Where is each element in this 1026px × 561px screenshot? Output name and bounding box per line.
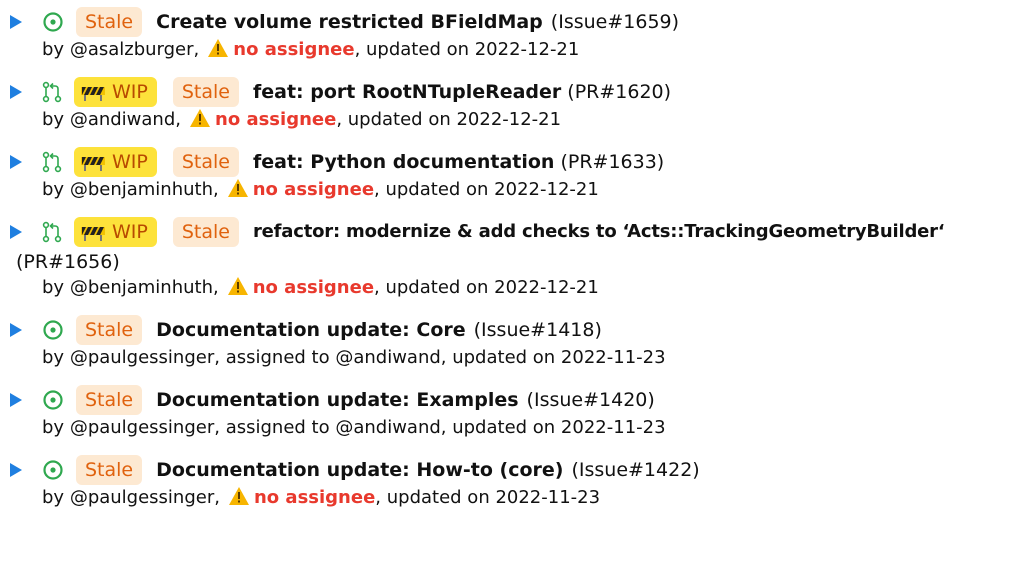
warning-icon	[228, 487, 249, 505]
item-meta: by @benjaminhuth, no assignee, updated on…	[42, 179, 599, 200]
author[interactable]: @benjaminhuth	[70, 179, 213, 200]
pull-request-icon	[42, 151, 62, 173]
item-title[interactable]: feat: port RootNTupleReader	[253, 76, 561, 108]
item-ref[interactable]: (Issue#1418)	[474, 314, 602, 346]
stale-badge: Stale	[172, 147, 239, 177]
construction-icon	[81, 87, 105, 101]
stale-badge: Stale	[76, 455, 143, 485]
stale-badge: Stale	[76, 315, 143, 345]
item-ref[interactable]: (PR#1656)	[16, 248, 1026, 276]
no-assignee-label: no assignee	[253, 487, 376, 508]
by-prefix: by	[42, 179, 70, 200]
warning-icon	[227, 277, 248, 295]
assigned-text: , assigned to @andiwand	[214, 347, 441, 368]
stale-badge: Stale	[172, 77, 239, 107]
author[interactable]: @andiwand	[70, 109, 175, 130]
expand-triangle-icon[interactable]	[10, 225, 22, 239]
item-meta: by @paulgessinger, assigned to @andiwand…	[42, 346, 1026, 370]
updated-date: , updated on 2022-12-21	[336, 109, 562, 130]
updated-date: , updated on 2022-11-23	[375, 487, 601, 508]
warning-icon	[227, 179, 248, 197]
author[interactable]: @paulgessinger	[70, 487, 214, 508]
author[interactable]: @asalzburger	[70, 39, 194, 60]
author[interactable]: @paulgessinger	[70, 347, 214, 368]
wip-label: WIP	[112, 151, 148, 173]
by-prefix: by	[42, 347, 70, 368]
list-item[interactable]: Stale Documentation update: How-to (core…	[8, 454, 1026, 510]
no-assignee-label: no assignee	[252, 277, 375, 298]
stale-badge: Stale	[76, 7, 143, 37]
by-prefix: by	[42, 487, 70, 508]
item-ref[interactable]: (PR#1633)	[560, 146, 664, 178]
updated-date: , updated on 2022-12-21	[374, 277, 599, 298]
warning-icon	[190, 109, 210, 127]
item-meta: by @paulgessinger, assigned to @andiwand…	[42, 416, 1026, 440]
item-meta: by @benjaminhuth, no assignee, updated on…	[42, 277, 599, 298]
issue-list: Stale Create volume restricted BFieldMap…	[0, 0, 1026, 510]
item-title[interactable]: Documentation update: Examples	[156, 384, 518, 416]
item-title[interactable]: Create volume restricted BFieldMap	[156, 6, 543, 38]
list-item[interactable]: Stale Documentation update: Examples (Is…	[8, 384, 1026, 440]
warning-icon	[208, 39, 229, 57]
issue-open-icon	[43, 390, 63, 410]
pull-request-icon	[42, 81, 62, 103]
expand-triangle-icon[interactable]	[10, 463, 22, 477]
item-title[interactable]: Documentation update: Core	[156, 314, 466, 346]
updated-date: , updated on 2022-12-21	[374, 179, 599, 200]
author[interactable]: @paulgessinger	[70, 417, 214, 438]
item-title[interactable]: feat: Python documentation	[253, 146, 554, 178]
stale-badge: Stale	[172, 217, 239, 247]
list-item[interactable]: WIP Stale feat: Python documentation (PR…	[8, 146, 1026, 202]
no-assignee-label: no assignee	[215, 109, 337, 130]
item-meta: by @asalzburger, no assignee, updated on …	[42, 39, 580, 60]
updated-date: , updated on 2022-11-23	[440, 347, 666, 368]
issue-open-icon	[43, 320, 63, 340]
list-item[interactable]: Stale Documentation update: Core (Issue#…	[8, 314, 1026, 370]
updated-date: , updated on 2022-12-21	[354, 39, 580, 60]
no-assignee-label: no assignee	[252, 179, 375, 200]
expand-triangle-icon[interactable]	[10, 393, 22, 407]
item-meta: by @andiwand, no assignee, updated on 202…	[42, 109, 562, 130]
issue-open-icon	[43, 460, 63, 480]
item-title[interactable]: Documentation update: How-to (core)	[156, 454, 563, 486]
construction-icon	[81, 157, 105, 171]
expand-triangle-icon[interactable]	[10, 155, 22, 169]
wip-badge: WIP	[74, 147, 157, 177]
list-item[interactable]: WIP Stale refactor: modernize & add chec…	[8, 216, 1026, 300]
list-item[interactable]: Stale Create volume restricted BFieldMap…	[8, 6, 1026, 62]
item-meta: by @paulgessinger, no assignee, updated o…	[42, 487, 601, 508]
assigned-text: , assigned to @andiwand	[214, 417, 441, 438]
wip-label: WIP	[112, 81, 148, 103]
wip-badge: WIP	[74, 77, 157, 107]
construction-icon	[81, 227, 105, 241]
wip-label: WIP	[112, 221, 148, 243]
item-ref[interactable]: (PR#1620)	[567, 76, 671, 108]
item-title[interactable]: refactor: modernize & add checks to ‘Act…	[253, 216, 945, 248]
stale-badge: Stale	[76, 385, 143, 415]
issue-open-icon	[43, 12, 63, 32]
by-prefix: by	[42, 109, 70, 130]
by-prefix: by	[42, 39, 70, 60]
item-ref[interactable]: (Issue#1422)	[571, 454, 699, 486]
expand-triangle-icon[interactable]	[10, 15, 22, 29]
list-item[interactable]: WIP Stale feat: port RootNTupleReader (P…	[8, 76, 1026, 132]
pull-request-icon	[42, 221, 62, 243]
item-ref[interactable]: (Issue#1420)	[527, 384, 655, 416]
wip-badge: WIP	[74, 217, 157, 247]
updated-date: , updated on 2022-11-23	[440, 417, 666, 438]
author[interactable]: @benjaminhuth	[70, 277, 213, 298]
by-prefix: by	[42, 417, 70, 438]
by-prefix: by	[42, 277, 70, 298]
item-ref[interactable]: (Issue#1659)	[551, 6, 679, 38]
no-assignee-label: no assignee	[233, 39, 355, 60]
expand-triangle-icon[interactable]	[10, 85, 22, 99]
expand-triangle-icon[interactable]	[10, 323, 22, 337]
